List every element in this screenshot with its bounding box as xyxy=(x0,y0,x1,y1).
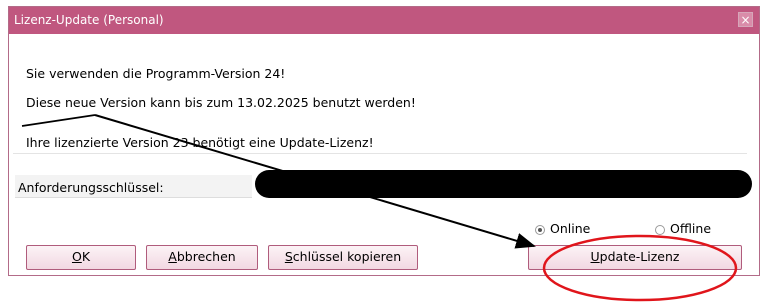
dialog-title: Lizenz-Update (Personal) xyxy=(14,13,164,27)
online-radio[interactable]: Online xyxy=(535,221,590,236)
ok-button[interactable]: OK xyxy=(26,245,136,270)
offline-radio-indicator[interactable] xyxy=(655,224,665,235)
request-key-label-box: Anforderungsschlüssel: xyxy=(15,175,252,198)
ok-accel: O xyxy=(71,249,82,264)
cancel-button[interactable]: Abbrechen xyxy=(146,245,258,270)
offline-radio[interactable]: Offline xyxy=(655,221,711,236)
update-license-accel: U xyxy=(590,249,600,264)
ok-label: K xyxy=(81,249,91,264)
copy-key-label: chlüssel kopieren xyxy=(292,249,402,264)
divider xyxy=(13,153,747,154)
update-license-message: Ihre lizenzierte Version 23 benötigt ein… xyxy=(26,135,374,150)
dialog-titlebar: Lizenz-Update (Personal) × xyxy=(9,7,759,34)
offline-label: Offline xyxy=(670,221,712,236)
update-license-label: pdate-Lizenz xyxy=(599,249,680,264)
online-label: Online xyxy=(550,221,591,236)
expiry-message: Diese neue Version kann bis zum 13.02.20… xyxy=(26,95,416,110)
online-radio-indicator[interactable] xyxy=(535,224,545,235)
request-key-field-redacted[interactable] xyxy=(255,170,752,198)
cancel-accel: A xyxy=(168,249,177,264)
copy-key-button[interactable]: Schlüssel kopieren xyxy=(268,245,418,270)
version-message: Sie verwenden die Programm-Version 24! xyxy=(26,66,286,81)
close-button[interactable]: × xyxy=(738,12,753,27)
close-icon: × xyxy=(740,13,751,27)
update-license-button[interactable]: Update-Lizenz xyxy=(528,245,742,270)
cancel-label: bbrechen xyxy=(176,249,236,264)
screenshot-page: Lizenz-Update (Personal) × Sie verwenden… xyxy=(0,0,774,306)
request-key-label: Anforderungsschlüssel: xyxy=(18,180,164,195)
copy-key-accel: S xyxy=(284,249,293,264)
